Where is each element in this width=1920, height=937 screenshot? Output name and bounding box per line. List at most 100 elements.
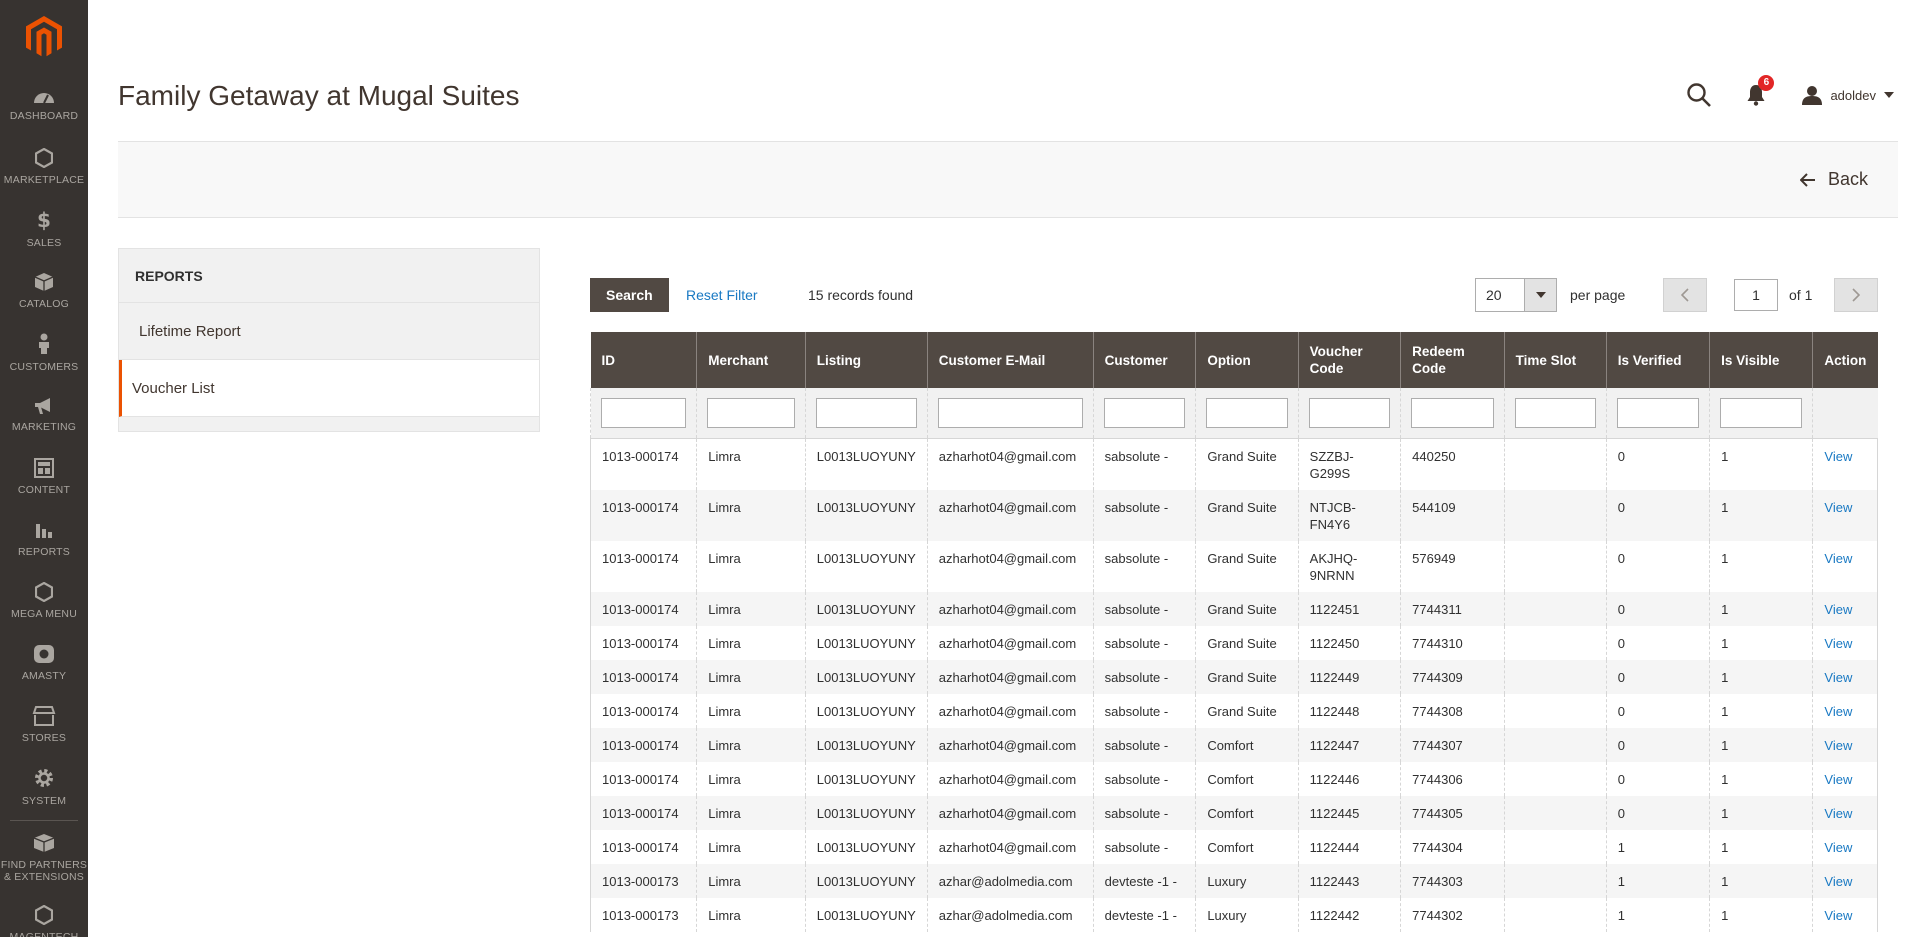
- column-header[interactable]: Listing: [804, 332, 928, 388]
- notifications-button[interactable]: 6: [1746, 75, 1775, 106]
- view-link[interactable]: View: [1824, 602, 1852, 617]
- cell-text: 7744306: [1412, 771, 1463, 787]
- view-link[interactable]: View: [1824, 551, 1852, 566]
- nav-item-dashboard[interactable]: DASHBOARD: [0, 74, 88, 136]
- view-link[interactable]: View: [1824, 500, 1852, 515]
- filter-input[interactable]: [1616, 397, 1700, 428]
- column-header[interactable]: Option: [1195, 332, 1299, 388]
- nav-item-marketing[interactable]: MARKETING: [0, 384, 88, 446]
- table-cell: 1: [1605, 897, 1710, 932]
- nav-item-catalog[interactable]: CATALOG: [0, 260, 88, 322]
- table-row: 1013-000174 Limra L0013LUOYUNY azharhot04@g…: [589, 625, 1878, 660]
- column-header[interactable]: Redeem Code: [1400, 332, 1505, 388]
- view-link[interactable]: View: [1824, 449, 1852, 464]
- back-button[interactable]: Back: [1799, 169, 1868, 190]
- table-cell: devteste -1 -: [1092, 863, 1196, 898]
- table-cell: [1503, 489, 1607, 541]
- nav-item-amasty[interactable]: AMASTY: [0, 632, 88, 694]
- search-button[interactable]: Search: [590, 278, 669, 312]
- nav-item-magentech[interactable]: MAGENTECH: [0, 893, 88, 937]
- cell-text: 1013-000174: [602, 635, 679, 651]
- table-cell: 1013-000174: [589, 540, 697, 592]
- cell-text: L0013LUOYUNY: [816, 550, 916, 566]
- filter-input[interactable]: [1720, 397, 1803, 428]
- account-menu[interactable]: adoldev: [1802, 85, 1894, 105]
- view-link[interactable]: View: [1824, 636, 1852, 651]
- table-row: 1013-000174 Limra L0013LUOYUNY azharhot04@g…: [589, 761, 1878, 796]
- reports-menu-title: REPORTS: [119, 249, 539, 303]
- view-link[interactable]: View: [1824, 738, 1852, 753]
- filter-input[interactable]: [601, 397, 687, 428]
- cell-text: Limra: [708, 873, 741, 889]
- filter-input[interactable]: [1514, 397, 1596, 428]
- column-header[interactable]: Customer: [1092, 332, 1196, 388]
- nav-item-content[interactable]: CONTENT: [0, 446, 88, 508]
- cell-text: L0013LUOYUNY: [816, 873, 916, 889]
- nav-item-mega-menu[interactable]: MEGA MENU: [0, 570, 88, 632]
- filter-input[interactable]: [1103, 397, 1186, 428]
- filter-input[interactable]: [1411, 397, 1494, 428]
- filter-input[interactable]: [937, 397, 1083, 428]
- cube-icon: [33, 833, 55, 859]
- nav-item-sales[interactable]: $ SALES: [0, 198, 88, 260]
- previous-page-button[interactable]: [1663, 278, 1707, 312]
- view-link[interactable]: View: [1824, 840, 1852, 855]
- column-header[interactable]: Is Verified: [1605, 332, 1710, 388]
- table-cell: Limra: [696, 761, 806, 796]
- view-link[interactable]: View: [1824, 806, 1852, 821]
- dropdown-arrow-icon[interactable]: [1524, 279, 1556, 311]
- view-link[interactable]: View: [1824, 908, 1852, 923]
- magento-logo[interactable]: [0, 0, 88, 74]
- cell-text: 0: [1617, 550, 1625, 566]
- cell-text: NTJCB-FN4Y6: [1309, 499, 1356, 532]
- cell-text: 7744311: [1412, 601, 1462, 617]
- table-cell: sabsolute -: [1092, 489, 1196, 541]
- table-cell: 0: [1605, 438, 1710, 490]
- table-cell: View: [1812, 761, 1878, 796]
- view-link[interactable]: View: [1824, 874, 1852, 889]
- table-cell: sabsolute -: [1092, 540, 1196, 592]
- cell-text: sabsolute -: [1104, 448, 1169, 464]
- table-cell: 1122448: [1297, 693, 1401, 728]
- nav-item-stores[interactable]: STORES: [0, 694, 88, 756]
- table-row: 1013-000174 Limra L0013LUOYUNY azharhot04@g…: [589, 727, 1878, 762]
- filter-input[interactable]: [1206, 397, 1288, 428]
- menu-link-voucher-list[interactable]: Voucher List: [119, 360, 539, 417]
- table-cell: 0: [1605, 591, 1710, 626]
- column-header[interactable]: Time Slot: [1503, 332, 1607, 388]
- cell-text: Limra: [708, 601, 741, 617]
- column-header[interactable]: Is Visible: [1709, 332, 1813, 388]
- column-header[interactable]: Customer E-Mail: [926, 332, 1094, 388]
- table-cell: sabsolute -: [1092, 761, 1196, 796]
- column-header[interactable]: Merchant: [696, 332, 806, 388]
- view-link[interactable]: View: [1824, 704, 1852, 719]
- page-number-input[interactable]: 1: [1734, 279, 1778, 311]
- view-link[interactable]: View: [1824, 670, 1852, 685]
- table-cell: 1122442: [1297, 897, 1401, 932]
- table-cell: Luxury: [1195, 863, 1299, 898]
- cell-text: 0: [1617, 737, 1625, 753]
- nav-item-find-partners-extensions[interactable]: FIND PARTNERS & EXTENSIONS: [0, 823, 88, 893]
- view-link[interactable]: View: [1824, 772, 1852, 787]
- search-icon[interactable]: [1686, 82, 1712, 108]
- filter-input[interactable]: [815, 397, 917, 428]
- next-page-button[interactable]: [1834, 278, 1878, 312]
- table-cell: 0: [1605, 625, 1710, 660]
- per-page-select[interactable]: 20: [1475, 278, 1557, 312]
- table-cell: [1503, 438, 1607, 490]
- column-header[interactable]: ID: [590, 332, 697, 388]
- menu-link-lifetime-report[interactable]: Lifetime Report: [119, 303, 539, 360]
- column-header[interactable]: Voucher Code: [1297, 332, 1401, 388]
- reset-filter-link[interactable]: Reset Filter: [686, 287, 758, 303]
- filter-input[interactable]: [1308, 397, 1391, 428]
- filter-input[interactable]: [707, 397, 795, 428]
- nav-item-label: AMASTY: [21, 670, 67, 682]
- column-header[interactable]: Action: [1812, 332, 1878, 388]
- nav-item-customers[interactable]: CUSTOMERS: [0, 322, 88, 384]
- nav-item-reports[interactable]: REPORTS: [0, 508, 88, 570]
- filter-cell: [589, 388, 697, 439]
- nav-item-system[interactable]: SYSTEM: [0, 756, 88, 818]
- nav-item-marketplace[interactable]: MARKETPLACE: [0, 136, 88, 198]
- table-cell: 1122445: [1297, 795, 1401, 830]
- table-cell: View: [1812, 829, 1878, 864]
